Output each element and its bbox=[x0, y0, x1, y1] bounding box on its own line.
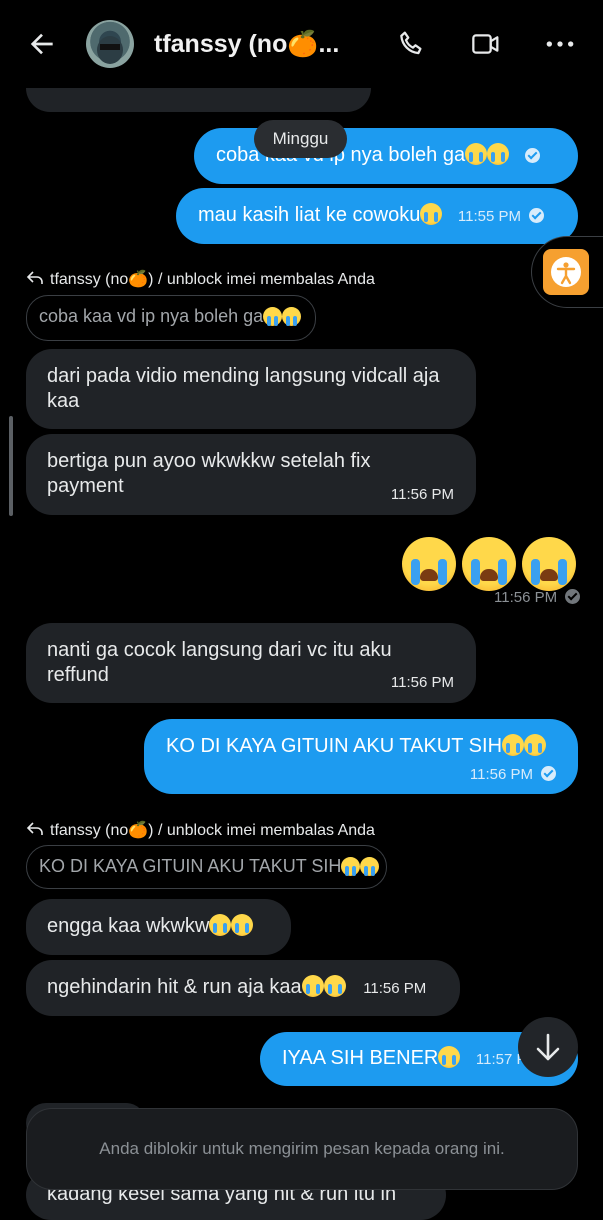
reply-arrow-icon bbox=[26, 822, 43, 835]
message-text: nanti ga cocok langsung dari vc itu aku … bbox=[47, 639, 392, 686]
date-chip: Minggu bbox=[254, 120, 347, 158]
message-time: 11:56 PM bbox=[494, 589, 581, 606]
message-text: engga kaa wkwkw bbox=[47, 915, 210, 937]
loudly-crying-emoji-icon bbox=[231, 914, 254, 936]
reply-header-text: tfanssy (no🍊) / unblock imei membalas An… bbox=[50, 822, 375, 839]
blocked-notice: Anda diblokir untuk mengirim pesan kepad… bbox=[26, 1108, 578, 1190]
message-bubble-outgoing[interactable]: mau kasih liat ke cowoku 11:55 PM bbox=[176, 188, 578, 244]
message-time: 11:55 PM bbox=[457, 208, 521, 225]
loudly-crying-emoji-icon bbox=[502, 734, 525, 756]
scroll-to-bottom-button[interactable] bbox=[518, 1017, 578, 1077]
arrow-left-icon[interactable] bbox=[26, 28, 58, 60]
message-bubble-incoming[interactable]: bertiga pun ayoo wkwkkw setelah fix paym… bbox=[26, 434, 476, 515]
loudly-crying-emoji-icon bbox=[209, 914, 232, 936]
message-meta: 11:56 PM bbox=[470, 761, 556, 787]
loudly-crying-emoji-icon bbox=[301, 975, 324, 997]
message-bubble-outgoing[interactable]: coba kaa vd ip nya boleh ga bbox=[194, 128, 578, 184]
message-time: 11:56 PM bbox=[363, 980, 427, 997]
sent-check-icon bbox=[525, 148, 541, 163]
contact-name[interactable]: tfanssy (no🍊... bbox=[154, 30, 339, 59]
message-text: mau kasih liat ke cowoku bbox=[198, 204, 421, 226]
loudly-crying-emoji-icon bbox=[323, 975, 346, 997]
reply-arrow-icon bbox=[26, 271, 43, 284]
more-horizontal-icon[interactable] bbox=[544, 28, 576, 60]
loudly-crying-emoji-icon bbox=[402, 537, 456, 591]
video-camera-icon[interactable] bbox=[470, 28, 502, 60]
message-text: dari pada vidio mending langsung vidcall… bbox=[47, 365, 440, 412]
loudly-crying-emoji-icon bbox=[462, 537, 516, 591]
sent-check-icon bbox=[541, 766, 556, 781]
quoted-message[interactable]: coba kaa vd ip nya boleh ga bbox=[26, 295, 316, 341]
accessibility-icon bbox=[543, 249, 589, 295]
message-time: 11:56 PM bbox=[469, 766, 533, 783]
avatar[interactable] bbox=[86, 20, 134, 68]
reply-header-text: tfanssy (no🍊) / unblock imei membalas An… bbox=[50, 271, 375, 288]
quoted-message[interactable]: KO DI KAYA GITUIN AKU TAKUT SIH bbox=[26, 845, 387, 889]
message-text: IYAA SIH BENER bbox=[282, 1047, 439, 1069]
message-bubble-incoming[interactable]: dari pada vidio mending langsung vidcall… bbox=[26, 349, 476, 429]
quoted-text: coba kaa vd ip nya boleh ga bbox=[39, 306, 264, 326]
loudly-crying-emoji-icon bbox=[263, 307, 283, 326]
message-text: KO DI KAYA GITUIN AKU TAKUT SIH bbox=[166, 735, 503, 757]
message-bubble-incoming[interactable]: engga kaa wkwkw bbox=[26, 899, 291, 955]
loudly-crying-emoji-icon bbox=[524, 734, 547, 756]
loudly-crying-emoji-icon bbox=[341, 857, 361, 876]
loudly-crying-emoji-icon bbox=[487, 143, 510, 165]
message-time: 11:56 PM bbox=[390, 486, 454, 503]
chat-header: tfanssy (no🍊... bbox=[0, 0, 603, 88]
message-bubble-outgoing[interactable]: KO DI KAYA GITUIN AKU TAKUT SIH 11:56 PM bbox=[144, 719, 578, 794]
sent-check-icon bbox=[565, 589, 581, 604]
accessibility-button[interactable] bbox=[531, 236, 603, 308]
reply-header: tfanssy (no🍊) / unblock imei membalas An… bbox=[26, 269, 375, 289]
message-text: bertiga pun ayoo wkwkkw setelah fix paym… bbox=[47, 450, 371, 497]
loudly-crying-emoji-icon bbox=[438, 1046, 461, 1068]
loudly-crying-emoji-icon bbox=[420, 203, 443, 225]
loudly-crying-emoji-icon bbox=[282, 307, 302, 326]
reply-header: tfanssy (no🍊) / unblock imei membalas An… bbox=[26, 820, 375, 840]
phone-icon[interactable] bbox=[396, 28, 428, 60]
arrow-down-icon bbox=[536, 1033, 560, 1061]
loudly-crying-emoji-icon bbox=[465, 143, 488, 165]
chat-screen: { "header": { "title": "tfanssy (no\ud83… bbox=[0, 0, 603, 1220]
message-time: 11:56 PM bbox=[390, 674, 454, 691]
message-time-text: 11:56 PM bbox=[494, 589, 558, 606]
message-bubble-incoming[interactable]: nanti ga cocok langsung dari vc itu aku … bbox=[26, 623, 476, 703]
loudly-crying-emoji-icon bbox=[360, 857, 380, 876]
sent-check-icon bbox=[528, 208, 544, 223]
message-bubble-incoming[interactable]: ngehindarin hit & run aja kaa 11:56 PM bbox=[26, 960, 460, 1016]
scrollbar[interactable] bbox=[9, 416, 13, 516]
message-text: ngehindarin hit & run aja kaa bbox=[47, 976, 302, 998]
loudly-crying-emoji-icon bbox=[522, 537, 576, 591]
quoted-text: KO DI KAYA GITUIN AKU TAKUT SIH bbox=[39, 856, 342, 876]
